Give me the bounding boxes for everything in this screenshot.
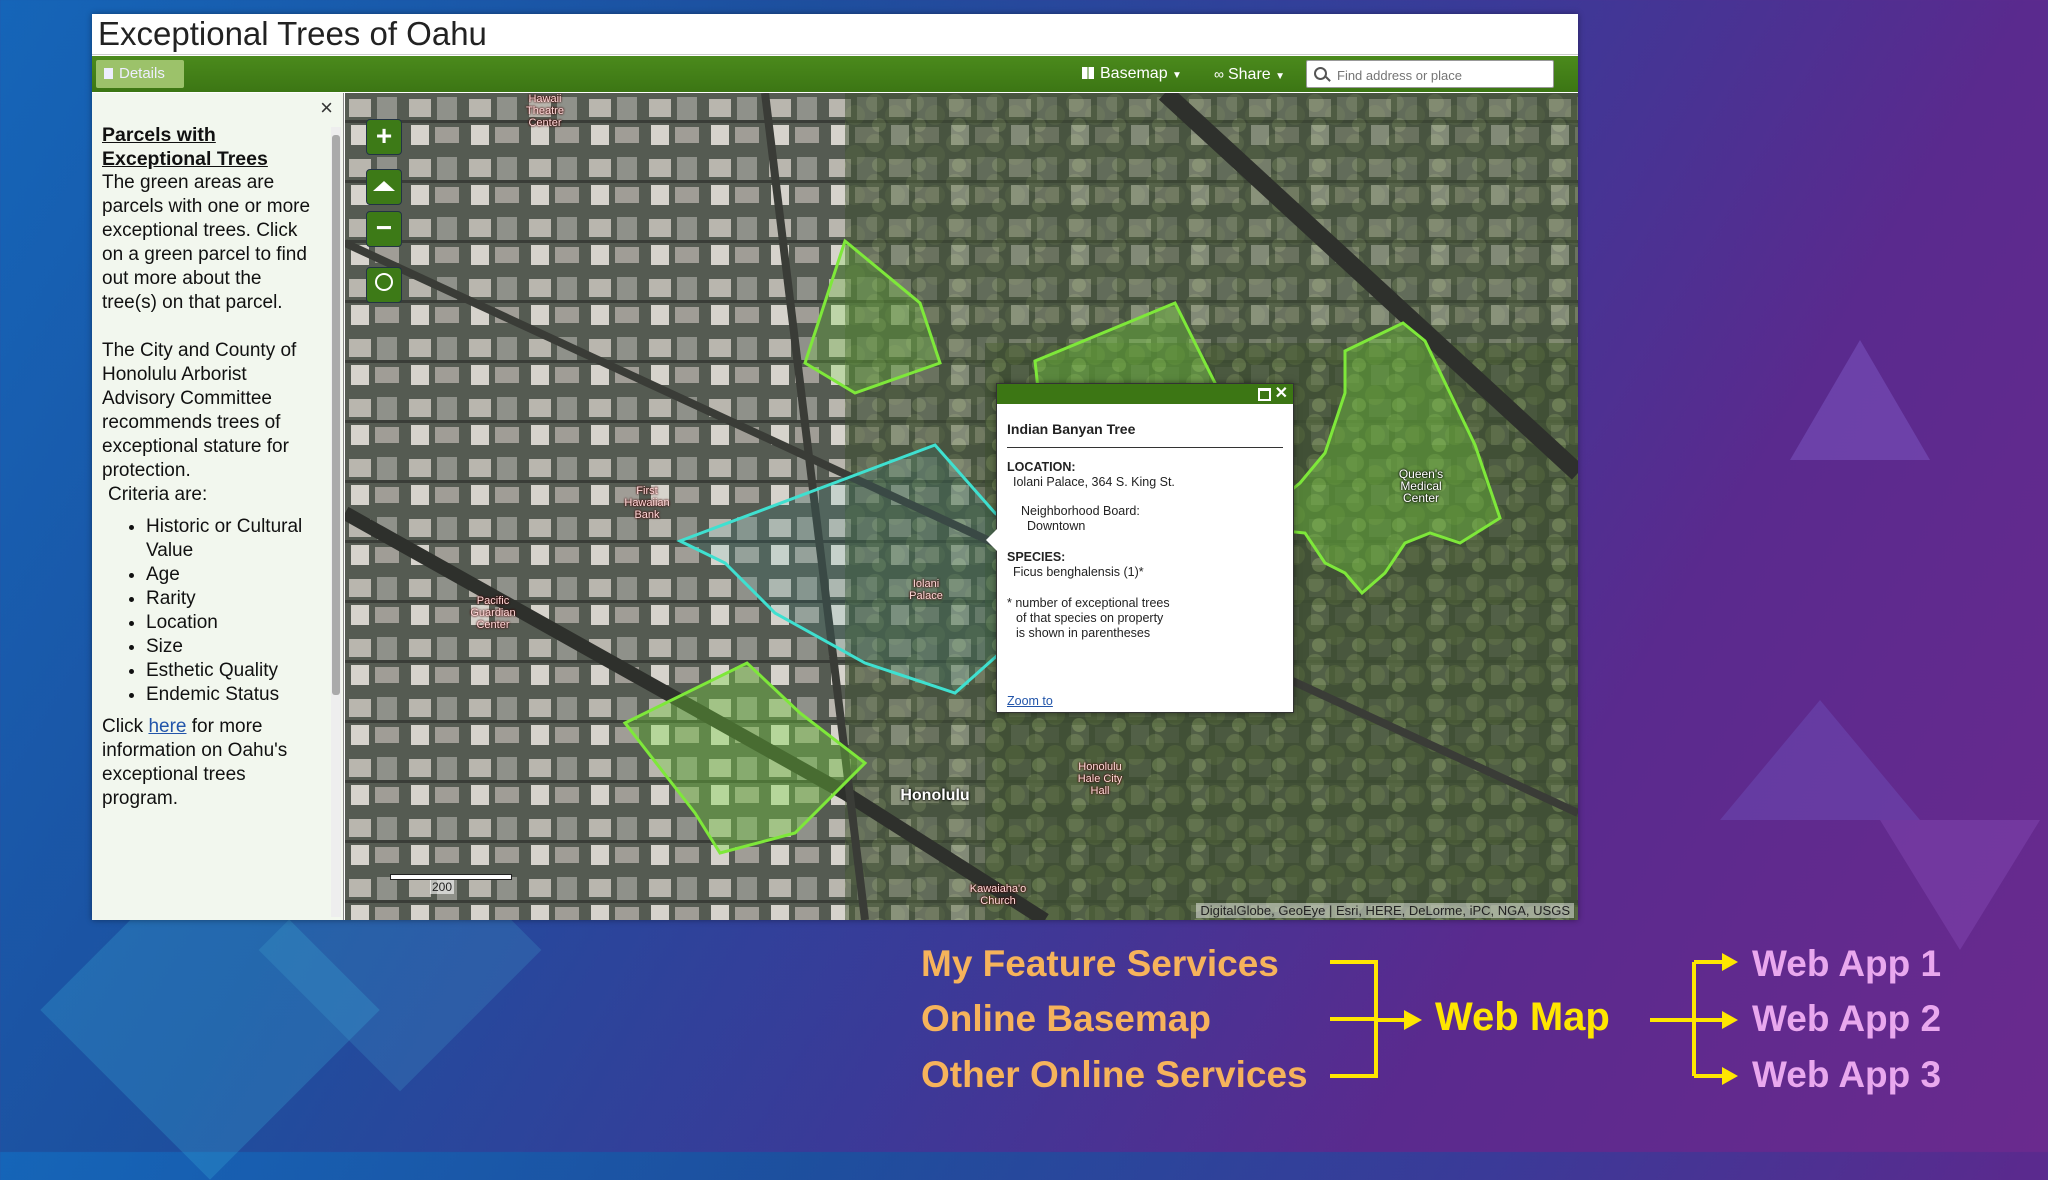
search-icon [1314,67,1327,80]
diagram-source-other-services: Other Online Services [921,1054,1308,1095]
species-value: Ficus benghalensis (1)* [1013,565,1144,579]
map-label-pacific-guardian: Pacific Guardian Center [470,595,516,631]
popup-title: Indian Banyan Tree [1007,422,1283,448]
source-bracket [1330,960,1378,1078]
arrowhead-icon [1404,1010,1422,1030]
list-item: Historic or Cultural Value [146,515,312,563]
list-item: Esthetic Quality [146,659,312,683]
diagram-web-app-1: Web App 1 [1752,943,1942,984]
panel-scrollbar[interactable] [331,127,341,917]
panel-heading: Parcels with Exceptional Trees [102,124,268,170]
search-box[interactable] [1306,60,1554,88]
map-label-hawaii-theatre: Hawaii Theatre Center [526,93,564,129]
popup-close-button[interactable]: ✕ [1275,383,1288,403]
search-input[interactable] [1335,64,1553,86]
panel-description: The City and County of Honolulu Arborist… [102,340,297,481]
scale-bar: 200 [390,874,512,896]
zoom-out-button[interactable]: − [366,211,402,247]
list-item: Location [146,611,312,635]
link-icon: ∞ [1214,66,1224,82]
location-value: Iolani Palace, 364 S. King St. [1013,475,1175,489]
note-line-1: * number of exceptional trees [1007,596,1170,610]
diagram-source-basemap: Online Basemap [921,998,1211,1039]
map-label-honolulu-hale: Honolulu Hale City Hall [1077,761,1123,797]
popup-body: Indian Banyan Tree LOCATION: Iolani Pala… [1007,422,1283,641]
caret-down-icon: ▼ [1275,71,1286,82]
map-attribution: DigitalGlobe, GeoEye | Esri, HERE, DeLor… [1196,903,1574,918]
app-title: Exceptional Trees of Oahu [98,15,487,52]
diagram-web-app-2: Web App 2 [1752,998,1942,1039]
click-prefix: Click [102,716,149,737]
scale-label: 200 [430,880,455,894]
details-label: Details [119,65,165,82]
note-line-2: of that species on property [1016,611,1164,625]
location-label: LOCATION: [1007,460,1076,474]
background-triangle [1790,340,1930,460]
map-label-kawaiahao: Kawaiaha'o Church [969,883,1027,907]
board-label: Neighborhood Board: [1021,504,1140,518]
background-triangle [1880,820,2040,950]
locate-icon [375,273,393,291]
list-item: Size [146,635,312,659]
criteria-label: Criteria are: [108,484,208,505]
title-bar: Exceptional Trees of Oahu [92,14,1578,55]
caret-down-icon: ▼ [1172,70,1182,81]
list-item: Age [146,563,312,587]
basemap-button[interactable]: Basemap ▼ [1082,62,1182,86]
panel-content: Parcels with Exceptional Trees The green… [102,123,312,811]
map-label-first-hawaiian: First Hawaiian Bank [624,485,670,521]
list-item: Rarity [146,587,312,611]
map-label-iolani-palace: Iolani Palace [909,578,943,602]
arrowhead-icon [1722,1067,1738,1085]
basemap-label: Basemap [1100,65,1168,82]
document-icon [104,68,113,79]
scrollbar-thumb[interactable] [332,135,340,695]
toolbar: Details Basemap ▼ ∞ Share ▼ [92,56,1578,92]
diagram-web-app-3: Web App 3 [1752,1054,1942,1095]
share-label: Share [1227,66,1271,83]
arrowhead-icon [1722,953,1738,971]
panel-close-button[interactable]: × [320,95,333,121]
popup-pointer [986,529,997,551]
list-item: Endemic Status [146,683,312,707]
board-value: Downtown [1027,519,1086,533]
diagram-source-feature-services: My Feature Services [921,943,1279,984]
species-label: SPECIES: [1007,550,1066,564]
grid-icon [1082,67,1094,79]
diagram-web-map: Web Map [1435,995,1610,1039]
background-triangle [1720,700,1920,820]
zoom-in-button[interactable]: + [366,119,402,155]
details-button[interactable]: Details [96,60,184,88]
home-button[interactable] [366,169,402,205]
app-window: Exceptional Trees of Oahu Details Basema… [92,14,1578,920]
here-link[interactable]: here [148,716,186,737]
more-info-text: Click here for more information on Oahu'… [102,715,312,811]
panel-intro: The green areas are parcels with one or … [102,172,311,313]
criteria-list: Historic or Cultural Value Age Rarity Lo… [102,515,312,707]
details-panel: × Parcels with Exceptional Trees The gre… [92,93,344,920]
info-popup: ✕ Indian Banyan Tree LOCATION: Iolani Pa… [986,383,1294,713]
map-label-queens-medical: Queen's Medical Center [1398,467,1444,505]
maximize-icon[interactable] [1258,388,1271,401]
zoom-to-link[interactable]: Zoom to [1007,694,1053,708]
map-label-honolulu: Honolulu [900,787,970,804]
map-view[interactable]: + − Hawaii Theatre Center First Hawaiian… [345,93,1578,920]
note-line-3: is shown in parentheses [1016,626,1151,640]
share-button[interactable]: ∞ Share ▼ [1214,62,1285,86]
home-icon [373,181,395,191]
arrowhead-icon [1722,1011,1738,1029]
popup-header: ✕ [997,384,1293,404]
locate-button[interactable] [366,267,402,303]
